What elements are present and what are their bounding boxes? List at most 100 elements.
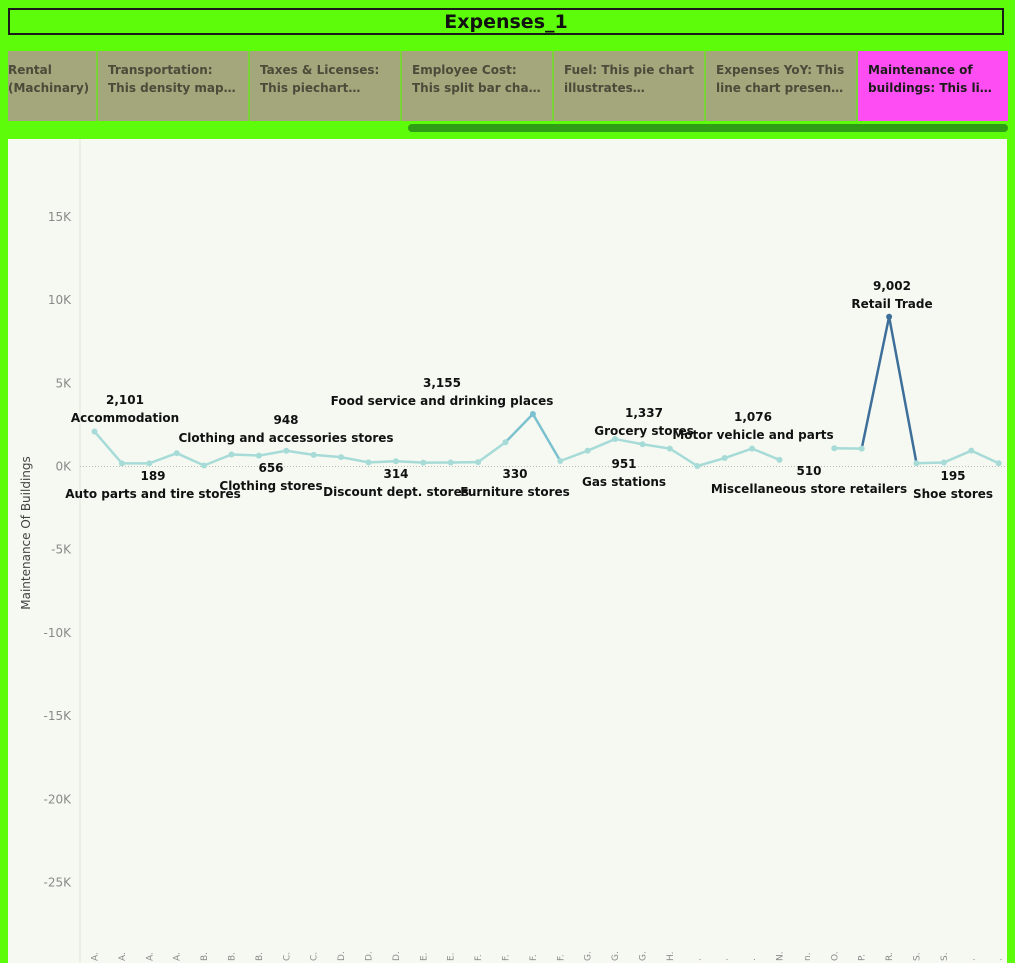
series-line-segment — [367, 460, 398, 464]
x-tick-label: C. — [310, 952, 320, 961]
category-label: Auto parts and tire stores — [65, 487, 240, 501]
data-value-label: 948 — [273, 413, 298, 427]
series-line-segment — [257, 449, 288, 457]
series-line-segment — [93, 430, 124, 465]
data-point — [721, 455, 728, 462]
data-point — [255, 452, 262, 459]
x-tick-label: A. — [91, 952, 101, 961]
series-line-segment — [559, 449, 589, 463]
category-label: Gas stations — [582, 475, 666, 489]
category-label: Accommodation — [71, 411, 179, 425]
x-tick-label: R. — [885, 952, 895, 961]
y-tick-label: -15K — [44, 709, 73, 723]
series-line-segment — [394, 460, 425, 464]
category-label: Miscellaneous store retailers — [711, 482, 907, 496]
series-line-segment — [230, 453, 261, 457]
tab-label: Expenses YoY: This line chart presents t… — [716, 63, 845, 95]
x-tick-label: D. — [392, 951, 402, 961]
data-point — [447, 459, 454, 466]
series-line-segment — [613, 437, 644, 446]
x-tick-label: P. — [858, 954, 868, 961]
x-tick-label: A. — [173, 952, 183, 961]
data-value-label: 195 — [940, 469, 965, 483]
x-tick-label: B. — [255, 952, 265, 961]
x-tick-label: B. — [228, 952, 238, 961]
data-point — [502, 439, 509, 446]
series-line-segment — [641, 443, 672, 450]
data-point — [995, 460, 1002, 467]
tab-expenses-yoy[interactable]: Expenses YoY: This line chart presents t… — [706, 51, 858, 121]
x-tick-label: G. — [639, 951, 649, 961]
data-point — [228, 451, 235, 458]
y-tick-label: -20K — [44, 792, 73, 806]
y-tick-label: 15K — [48, 210, 72, 224]
data-point — [420, 459, 427, 466]
category-label: Motor vehicle and parts — [672, 428, 833, 442]
data-point — [283, 447, 290, 454]
y-tick-label: -25K — [44, 876, 73, 890]
maintenance-line-chart: 15K 10K 5K 0K -5K -10K -15K -20K -25K Maintenance… — [19, 139, 1007, 963]
story-tabs: Rental (Machinary):.. Transportation: Th… — [8, 51, 1008, 121]
x-tick-label: F. — [529, 954, 539, 961]
x-tick-label: F. — [556, 954, 566, 961]
data-point — [365, 459, 372, 466]
series-line-segment — [915, 461, 946, 465]
x-tick-label: A. — [118, 952, 128, 961]
x-tick-label: S. — [940, 952, 950, 961]
data-point — [173, 450, 180, 457]
x-tick-label: H. — [666, 952, 676, 961]
tab-rental[interactable]: Rental (Machinary):.. — [8, 51, 98, 121]
tab-employee-cost[interactable]: Employee Cost: This split bar chart prov… — [402, 51, 554, 121]
y-tick-label: 10K — [48, 293, 72, 307]
tabs-scrollbar[interactable] — [408, 124, 1008, 132]
series-line-segment — [476, 440, 507, 464]
data-value-label: 1,076 — [734, 410, 772, 424]
data-value-label: 3,155 — [423, 376, 461, 390]
x-tick-label: . — [967, 958, 977, 961]
series-line-segment — [696, 456, 726, 468]
data-point — [968, 447, 975, 454]
tab-fuel[interactable]: Fuel: This pie chart illustrates expendi… — [554, 51, 706, 121]
x-tick-label: . — [721, 958, 731, 961]
data-point — [940, 459, 947, 466]
series-line-segment — [860, 315, 891, 450]
x-tick-label: . — [995, 958, 1005, 961]
y-tick-label: -5K — [51, 543, 72, 557]
category-label: Retail Trade — [851, 297, 932, 311]
series-line-segment — [887, 315, 918, 465]
data-value-label: 330 — [502, 467, 527, 481]
data-point — [310, 451, 317, 458]
data-point — [694, 463, 701, 470]
data-point — [201, 462, 208, 469]
data-point — [858, 445, 865, 452]
tab-maintenance-of-buildings[interactable]: Maintenance of buildings: This line ch.. — [858, 51, 1008, 121]
data-value-label: 1,337 — [625, 406, 663, 420]
dashboard-title: Expenses_1 — [8, 8, 1004, 35]
data-point — [557, 458, 564, 465]
series-line-segment — [970, 449, 1000, 465]
category-label: Clothing stores — [219, 479, 322, 493]
data-value-label: 510 — [796, 464, 821, 478]
x-tick-label: C. — [282, 952, 292, 961]
series-line-segment — [285, 449, 315, 457]
series-line-segment — [148, 451, 178, 465]
tab-taxes-licenses[interactable]: Taxes & Licenses: This piechart illustra… — [250, 51, 402, 121]
tab-label: Maintenance of buildings: This line ch.. — [868, 63, 997, 95]
category-label: Discount dept. stores — [323, 485, 469, 499]
data-point — [886, 313, 893, 320]
data-point — [666, 445, 673, 452]
data-point — [118, 460, 125, 467]
x-tick-label: S. — [913, 952, 923, 961]
series-line-segment — [723, 447, 754, 460]
x-tick-label: n. — [803, 952, 813, 961]
data-point — [338, 454, 345, 461]
y-tick-label: 5K — [55, 376, 72, 390]
data-value-label: 951 — [611, 457, 636, 471]
series-line-segment — [202, 453, 233, 467]
tab-transportation[interactable]: Transportation: This density map portray… — [98, 51, 250, 121]
series-line-segment — [586, 437, 617, 452]
x-tick-label: B. — [200, 952, 210, 961]
x-tick-label: E. — [447, 952, 457, 961]
x-tick-label: N. — [776, 951, 786, 961]
tab-label: Employee Cost: This split bar chart prov… — [412, 63, 541, 95]
